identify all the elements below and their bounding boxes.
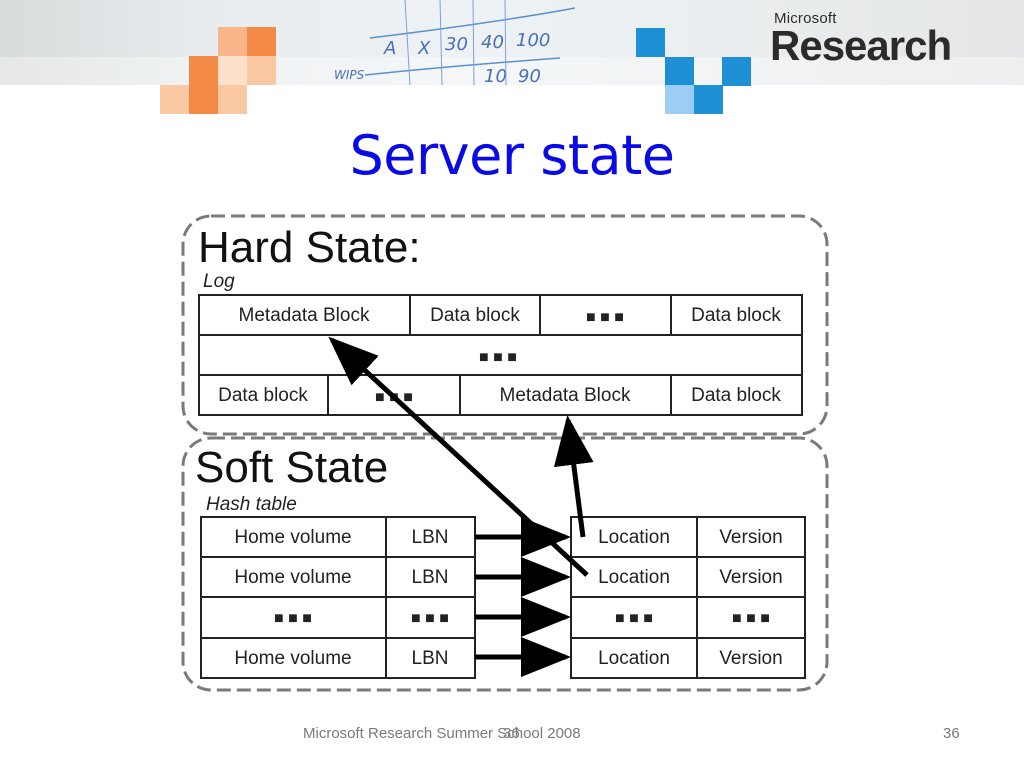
hash-key-cell: Home volume: [234, 527, 351, 548]
footer-overlay-number: 36: [503, 725, 520, 742]
hash-key-cell: LBN: [412, 527, 449, 548]
soft-state-heading: Soft State: [195, 443, 388, 492]
log-cell: Metadata Block: [239, 305, 370, 326]
footer-text: Microsoft Research Summer School 2008: [303, 725, 581, 742]
page-number: 36: [943, 725, 960, 742]
log-cell: Data block: [218, 385, 308, 406]
log-cell: Metadata Block: [500, 385, 631, 406]
server-state-diagram: Hard State: Log Metadata Block Data bloc…: [181, 214, 829, 692]
hash-key-cell: Home volume: [234, 567, 351, 588]
log-cell: Data block: [691, 305, 781, 326]
log-row-ellipsis: ■ ■ ■: [479, 349, 517, 366]
hash-value-ellipsis: ■ ■ ■: [732, 610, 770, 627]
log-label: Log: [203, 271, 235, 292]
hash-table-label: Hash table: [206, 494, 297, 515]
hash-value-cell: Version: [719, 648, 782, 669]
hash-value-cell: Location: [598, 527, 670, 548]
hash-value-ellipsis: ■ ■ ■: [615, 610, 653, 627]
hash-value-cell: Version: [719, 567, 782, 588]
log-cell: Data block: [691, 385, 781, 406]
hash-key-ellipsis: ■ ■ ■: [274, 610, 312, 627]
log-cell: Data block: [430, 305, 520, 326]
hash-value-cell: Version: [719, 527, 782, 548]
hard-state-heading: Hard State:: [198, 223, 421, 272]
hash-key-cell: LBN: [412, 648, 449, 669]
hash-key-ellipsis: ■ ■ ■: [411, 610, 449, 627]
hash-value-cell: Location: [598, 567, 670, 588]
hash-key-cell: LBN: [412, 567, 449, 588]
log-cell-ellipsis: ■ ■ ■: [586, 309, 624, 326]
hash-key-cell: Home volume: [234, 648, 351, 669]
hash-value-cell: Location: [598, 648, 670, 669]
